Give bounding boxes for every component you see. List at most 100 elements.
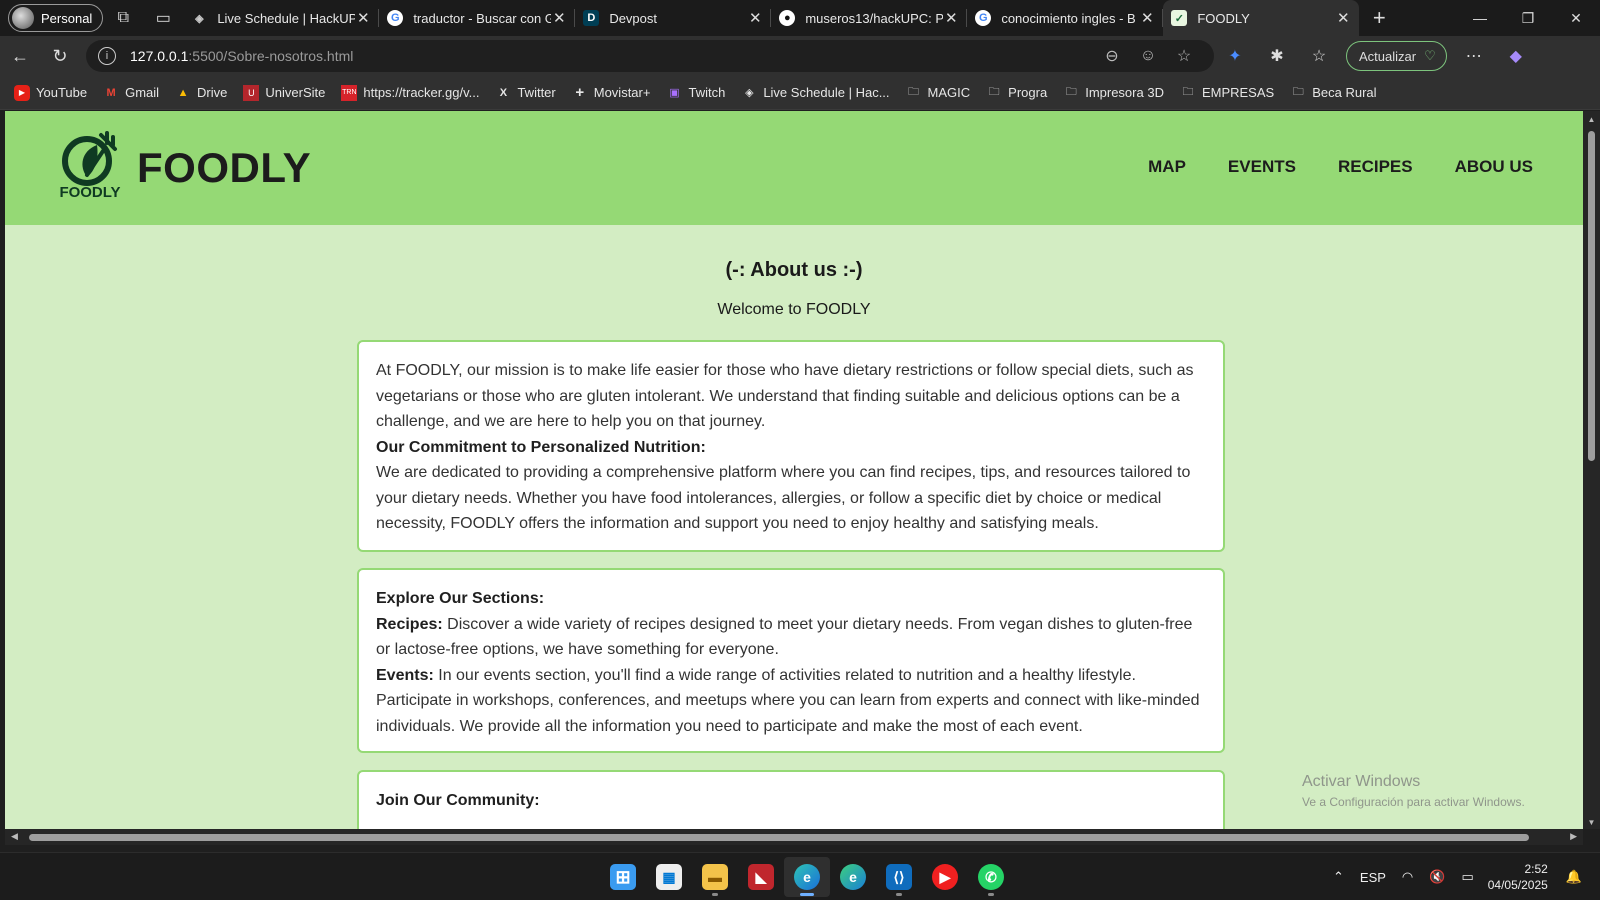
close-icon[interactable]: ✕ <box>1335 9 1351 27</box>
mission-text: At FOODLY, our mission is to make life e… <box>376 362 1194 430</box>
notifications-icon[interactable]: 🔔 <box>1566 869 1582 885</box>
app-file-explorer[interactable]: ▬ <box>692 857 738 897</box>
tab-conocimiento[interactable]: G conocimiento ingles - B ✕ <box>967 0 1164 36</box>
tab-live-schedule[interactable]: ◈ Live Schedule | HackUPC ✕ <box>183 0 380 36</box>
brand-title[interactable]: FOODLY <box>137 144 311 192</box>
scroll-down-icon[interactable]: ▼ <box>1586 818 1597 827</box>
devpost-icon: D <box>583 10 600 26</box>
close-icon[interactable]: ✕ <box>1139 9 1155 27</box>
bookmark-folder-progra[interactable]: 🗀 Progra <box>978 80 1055 106</box>
extension-icon[interactable]: ✦ <box>1214 38 1256 74</box>
start-button[interactable]: ⊞ <box>600 857 646 897</box>
close-window-icon[interactable]: ✕ <box>1552 0 1600 36</box>
volume-muted-icon[interactable]: 🔇 <box>1429 869 1445 885</box>
nav-map[interactable]: MAP <box>1148 157 1186 177</box>
edge-icon: e <box>840 864 866 890</box>
app-edge-dev[interactable]: e <box>784 857 830 897</box>
tab-title: Devpost <box>609 10 658 26</box>
bookmark-folder-impresora[interactable]: 🗀 Impresora 3D <box>1055 80 1172 106</box>
tab-traductor[interactable]: G traductor - Buscar con G ✕ <box>379 0 576 36</box>
restore-icon[interactable]: ❐ <box>1504 0 1552 36</box>
favorites-icon[interactable]: ☆ <box>1298 38 1340 74</box>
bookmark-universite[interactable]: U UniverSite <box>235 80 333 106</box>
bookmark-folder-beca[interactable]: 🗀 Beca Rural <box>1282 80 1384 106</box>
vscode-icon: ⟨⟩ <box>886 864 912 890</box>
reading-mode-icon[interactable]: ☺ <box>1130 47 1166 65</box>
hackupc-icon: ◈ <box>745 87 754 99</box>
reload-button[interactable]: ↻ <box>40 38 80 74</box>
more-options-icon[interactable]: ⋯ <box>1453 38 1495 74</box>
workspaces-icon[interactable]: ⧉ <box>103 0 143 36</box>
recipes-label: Recipes: <box>376 615 443 633</box>
watermark-line-2: Ve a Configuración para activar Windows. <box>1302 795 1525 809</box>
bookmark-drive[interactable]: ▲ Drive <box>167 80 235 106</box>
sections-card: Explore Our Sections: Recipes: Discover … <box>357 568 1225 753</box>
close-icon[interactable]: ✕ <box>943 9 959 27</box>
update-button[interactable]: Actualizar ♡ <box>1346 41 1447 71</box>
back-button[interactable]: ← <box>0 38 40 74</box>
clock-time: 2:52 <box>1524 862 1548 876</box>
wifi-icon[interactable]: ◠ <box>1402 869 1413 885</box>
scroll-thumb[interactable] <box>1588 131 1595 461</box>
bookmark-twitter[interactable]: X Twitter <box>487 80 563 106</box>
app-store[interactable]: ▦ <box>646 857 692 897</box>
nav-recipes[interactable]: RECIPES <box>1338 157 1413 177</box>
minimize-icon[interactable]: — <box>1456 0 1504 36</box>
copilot-icon[interactable]: ◆ <box>1495 38 1537 74</box>
zoom-icon[interactable]: ⊖ <box>1094 46 1130 66</box>
close-icon[interactable]: ✕ <box>551 9 567 27</box>
mission-card: At FOODLY, our mission is to make life e… <box>357 340 1225 552</box>
nav-events[interactable]: EVENTS <box>1228 157 1296 177</box>
extensions-puzzle-icon[interactable]: ✱ <box>1256 38 1298 74</box>
windows-activation-watermark: Activar Windows Ve a Configuración para … <box>1302 773 1525 809</box>
windows-logo-icon: ⊞ <box>610 864 636 890</box>
horizontal-scrollbar[interactable]: ◀ ▶ <box>5 829 1583 845</box>
bookmark-youtube[interactable]: ▶ YouTube <box>6 80 95 106</box>
app-youtube-music[interactable]: ▶ <box>922 857 968 897</box>
bookmark-twitch[interactable]: ▣ Twitch <box>658 80 733 106</box>
language-indicator[interactable]: ESP <box>1360 870 1386 885</box>
bookmark-gmail[interactable]: M Gmail <box>95 80 167 106</box>
new-tab-button[interactable]: + <box>1359 0 1399 36</box>
chevron-up-icon[interactable]: ⌃ <box>1333 869 1344 885</box>
folder-icon: 🗀 <box>1182 86 1194 98</box>
recipes-text: Discover a wide variety of recipes desig… <box>376 615 1193 659</box>
bookmark-live-schedule[interactable]: ◈ Live Schedule | Hac... <box>733 80 897 106</box>
whatsapp-icon: ✆ <box>978 864 1004 890</box>
scroll-up-icon[interactable]: ▲ <box>1586 115 1597 124</box>
app-edge[interactable]: e <box>830 857 876 897</box>
scroll-left-icon[interactable]: ◀ <box>11 831 18 842</box>
scroll-right-icon[interactable]: ▶ <box>1570 831 1577 842</box>
tab-actions-icon[interactable]: ▭ <box>143 0 183 36</box>
tab-foodly[interactable]: ✓ FOODLY ✕ <box>1163 0 1360 36</box>
bookmark-folder-magic[interactable]: 🗀 MAGIC <box>898 80 979 106</box>
music-icon: ▶ <box>932 864 958 890</box>
bookmarks-bar: ▶ YouTube M Gmail ▲ Drive U UniverSite TRN ht… <box>0 76 1600 110</box>
heart-monitor-icon: ♡ <box>1424 48 1436 63</box>
tab-title: traductor - Buscar con G <box>413 10 552 26</box>
vertical-scrollbar[interactable]: ▲ ▼ <box>1583 111 1600 829</box>
app-whatsapp[interactable]: ✆ <box>968 857 1014 897</box>
app-red[interactable]: ◣ <box>738 857 784 897</box>
bookmark-tracker[interactable]: TRN https://tracker.gg/v... <box>333 80 487 106</box>
tab-title: FOODLY <box>1197 10 1250 26</box>
profile-button[interactable]: Personal <box>8 4 104 32</box>
close-icon[interactable]: ✕ <box>355 9 371 27</box>
tab-devpost[interactable]: D Devpost ✕ <box>575 0 772 36</box>
tab-github[interactable]: ● museros13/hackUPC: Pr ✕ <box>771 0 968 36</box>
google-icon: G <box>975 10 992 26</box>
bookmark-movistar[interactable]: + Movistar+ <box>564 80 659 106</box>
battery-icon[interactable]: ▭ <box>1461 869 1473 885</box>
logo-wordmark: FOODLY <box>59 184 121 201</box>
clock[interactable]: 2:52 04/05/2025 <box>1488 861 1548 893</box>
browser-toolbar: ← ↻ i 127.0.0.1 :5500/Sobre-nosotros.htm… <box>0 36 1600 76</box>
taskbar-apps: ⊞ ▦ ▬ ◣ e e ⟨⟩ ▶ ✆ <box>600 853 1014 900</box>
bookmark-folder-empresas[interactable]: 🗀 EMPRESAS <box>1172 80 1282 106</box>
scroll-thumb[interactable] <box>29 834 1529 841</box>
app-vscode[interactable]: ⟨⟩ <box>876 857 922 897</box>
favorite-star-icon[interactable]: ☆ <box>1166 46 1202 66</box>
site-info-icon[interactable]: i <box>98 47 116 65</box>
address-bar[interactable]: i 127.0.0.1 :5500/Sobre-nosotros.html ⊖ … <box>86 40 1214 72</box>
close-icon[interactable]: ✕ <box>747 9 763 27</box>
nav-about-us[interactable]: ABOU US <box>1455 157 1533 177</box>
